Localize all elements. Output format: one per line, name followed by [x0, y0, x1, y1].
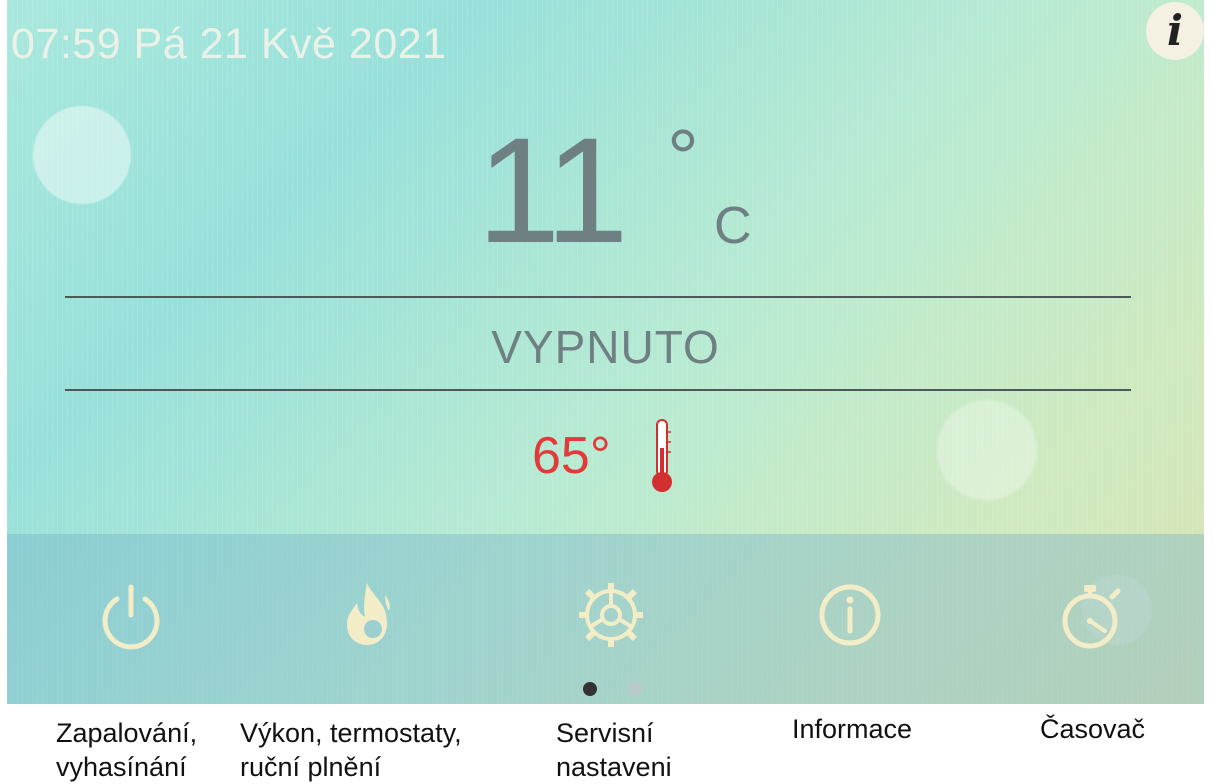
- room-temperature: 11: [477, 106, 629, 274]
- status-text: VYPNUTO: [491, 321, 720, 373]
- divider-bottom: [65, 389, 1131, 391]
- caption-ignition: Zapalování, vyhasínání: [56, 718, 198, 782]
- timer-button[interactable]: [1050, 575, 1130, 655]
- info-circle-icon: [819, 584, 881, 646]
- service-settings-button[interactable]: [571, 575, 651, 655]
- page-indicator-active[interactable]: [583, 682, 597, 696]
- caption-timer: Časovač: [1040, 714, 1146, 744]
- datetime-display: 07:59 Pá 21 Kvě 2021: [11, 20, 447, 68]
- page-indicator-inactive[interactable]: [628, 682, 642, 696]
- device-screen: 07:59 Pá 21 Kvě 2021 i 11 ° C VYPNUTO 65…: [7, 0, 1204, 704]
- water-temperature: 65°: [532, 427, 611, 485]
- information-button[interactable]: [810, 575, 890, 655]
- degree-symbol: °: [667, 113, 699, 202]
- caption-service-settings: Servisní nastaveni: [556, 718, 672, 782]
- info-icon[interactable]: i: [1146, 2, 1204, 60]
- thermometer-icon: [652, 419, 672, 492]
- power-icon: [102, 584, 160, 650]
- caption-information: Informace: [792, 714, 913, 744]
- temperature-unit: C: [714, 197, 752, 255]
- stopwatch-icon: [1062, 585, 1121, 649]
- caption-power-thermostats: Výkon, termostaty, ruční plnění: [240, 718, 462, 782]
- gear-icon: [579, 583, 643, 647]
- divider-top: [65, 296, 1131, 298]
- power-thermostat-button[interactable]: [327, 575, 407, 655]
- ignition-button[interactable]: [91, 575, 171, 655]
- flame-icon: [347, 583, 390, 645]
